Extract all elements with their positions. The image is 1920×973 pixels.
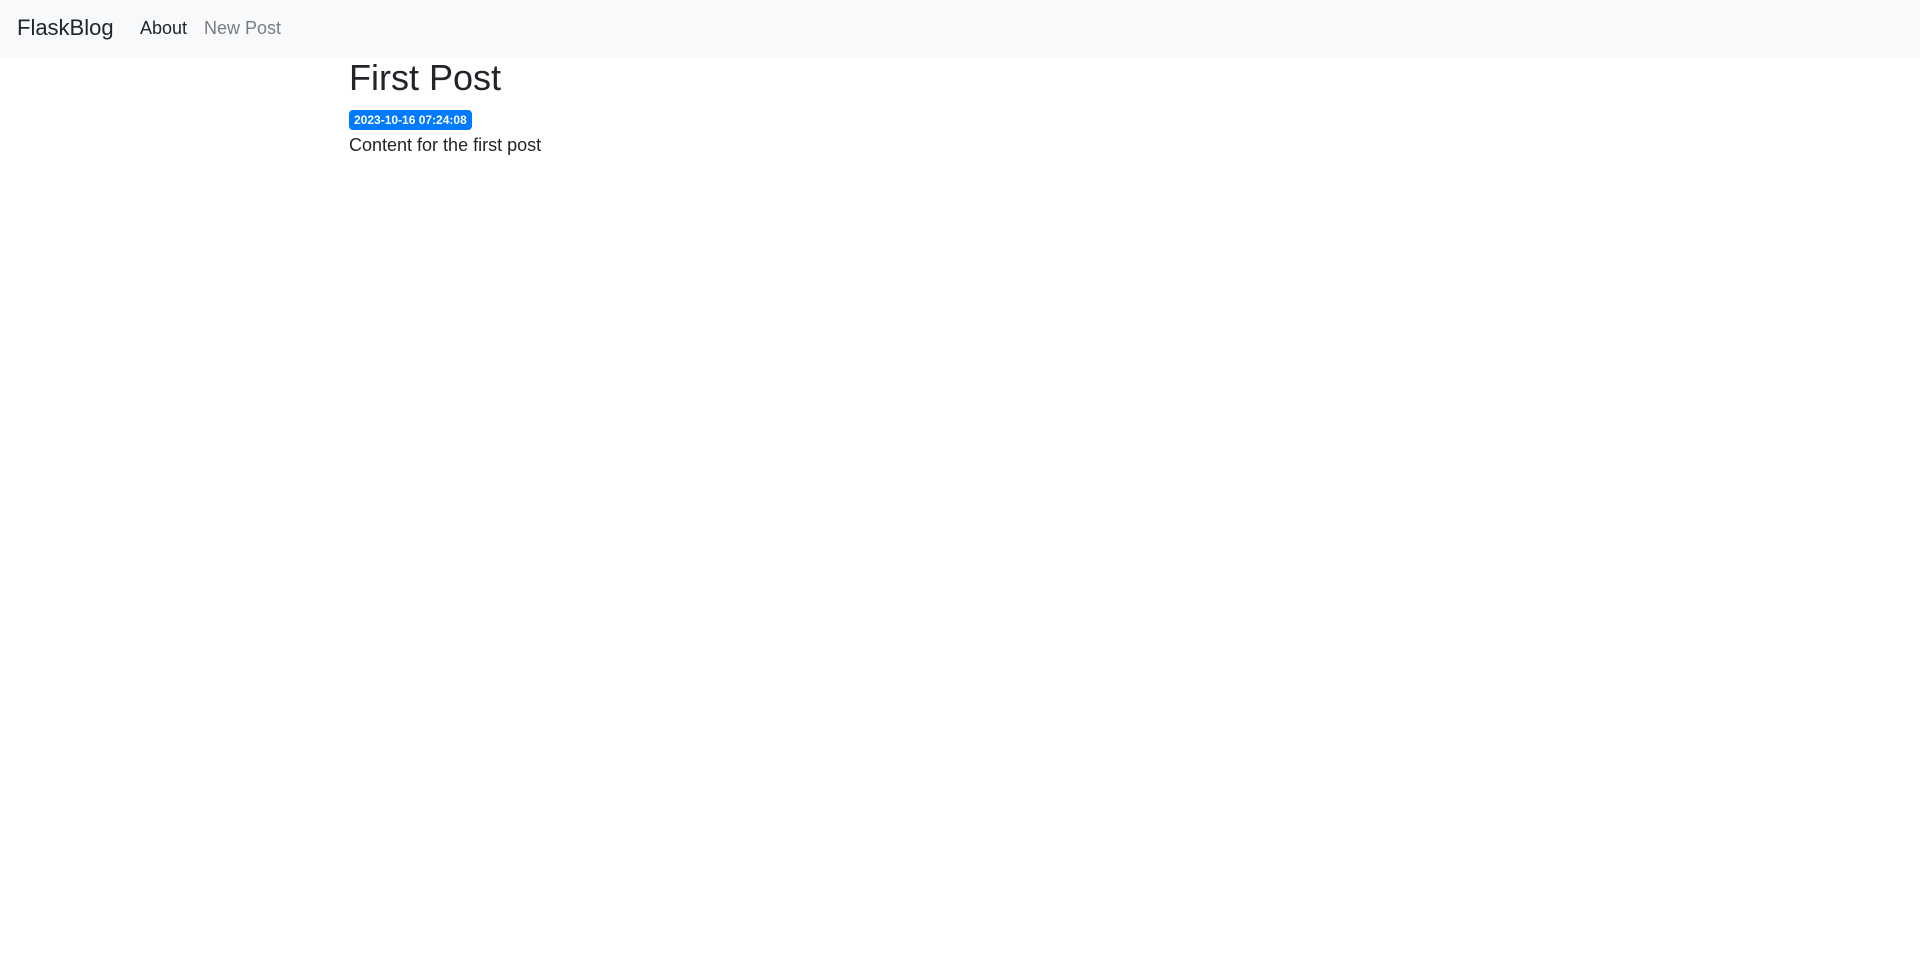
nav-link-new-post[interactable]: New Post [204, 17, 281, 39]
navbar: FlaskBlog About New Post [0, 0, 1920, 58]
post-container: First Post 2023-10-16 07:24:08 Content f… [349, 56, 541, 156]
nav-link-about[interactable]: About [140, 17, 187, 39]
timestamp-badge: 2023-10-16 07:24:08 [349, 110, 472, 130]
brand-link[interactable]: FlaskBlog [17, 14, 114, 42]
post-content: Content for the first post [349, 135, 542, 155]
post-title: First Post [349, 57, 502, 98]
